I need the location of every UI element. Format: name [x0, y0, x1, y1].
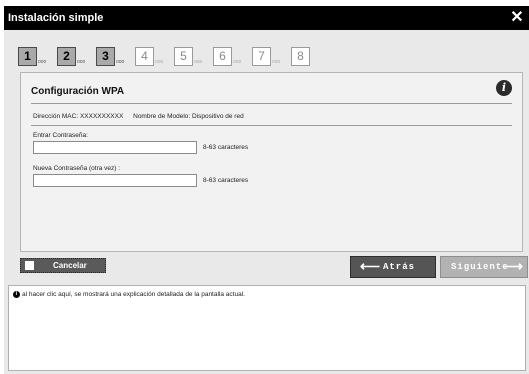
close-icon[interactable]: ✕ — [507, 8, 527, 28]
cancel-box-icon — [25, 261, 34, 270]
next-label: Siguiente — [451, 262, 509, 272]
model-name-label: Nombre de Modelo: Dispositivo de red — [133, 113, 244, 120]
wpa-config-panel: Configuración WPA i Dirección MAC: XXXXX… — [20, 72, 523, 252]
step-number: 6 — [213, 47, 232, 66]
next-button[interactable]: Siguiente ⟶ — [440, 256, 528, 278]
new-password-label: Nueva Contraseña (otra vez) : — [33, 165, 121, 172]
step-number: 8 — [291, 47, 310, 66]
step-number: 5 — [174, 47, 193, 66]
step-dots: ooo — [116, 59, 125, 65]
password-hint: 8-63 caracteres — [203, 144, 249, 151]
step-number: 2 — [57, 47, 76, 66]
help-text: al hacer clic aquí, se mostrará una expl… — [22, 291, 245, 298]
help-info-icon: i — [13, 291, 20, 298]
arrow-right-icon: ⟶ — [502, 258, 523, 274]
back-label: Atrás — [383, 262, 416, 272]
help-area[interactable]: i al hacer clic aquí, se mostrará una ex… — [8, 285, 526, 371]
step-number: 4 — [135, 47, 154, 66]
step-dots: ooo — [155, 59, 164, 65]
device-info-line: Dirección MAC: XXXXXXXXXX Nombre de Mode… — [33, 113, 252, 120]
panel-title: Configuración WPA — [31, 86, 125, 97]
cancel-button[interactable]: Cancelar — [20, 258, 106, 273]
back-button[interactable]: ⟵ Atrás — [350, 256, 436, 278]
step-dots: ooo — [194, 59, 203, 65]
step-dots: ooo — [77, 59, 86, 65]
arrow-left-icon: ⟵ — [360, 258, 381, 274]
window-title: Instalación simple — [8, 12, 104, 24]
step-number: 7 — [252, 47, 271, 66]
divider — [31, 125, 512, 126]
password-label: Entrar Contraseña: — [33, 132, 88, 139]
step-number: 1 — [18, 47, 37, 66]
step-dots: ooo — [38, 59, 47, 65]
cancel-label: Cancelar — [53, 261, 87, 270]
setup-window: Instalación simple ✕ 1 ooo 2 ooo 3 ooo 4… — [4, 6, 529, 374]
step-dots: ooo — [233, 59, 242, 65]
title-bar: Instalación simple ✕ — [4, 6, 529, 30]
info-icon[interactable]: i — [496, 80, 512, 96]
step-number: 3 — [96, 47, 115, 66]
new-password-hint: 8-63 caracteres — [203, 177, 249, 184]
mac-address-label: Dirección MAC: XXXXXXXXXX — [33, 113, 124, 120]
new-password-input[interactable] — [33, 174, 197, 187]
divider — [31, 103, 512, 104]
step-dots: ooo — [272, 59, 281, 65]
password-input[interactable] — [33, 141, 197, 154]
